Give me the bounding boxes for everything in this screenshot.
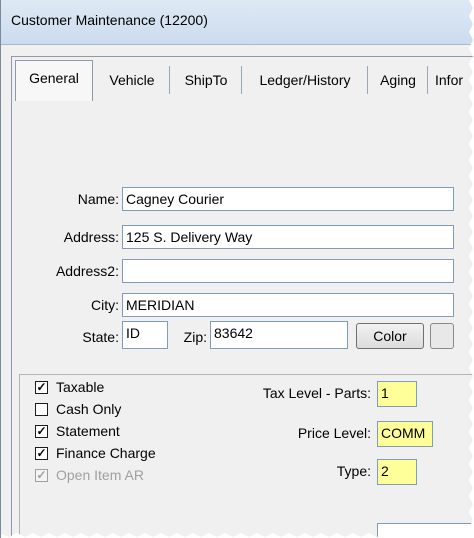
title-bar: Customer Maintenance (12200) bbox=[1, 0, 474, 45]
zip-label: Zip: bbox=[183, 329, 207, 345]
color-button[interactable]: Color bbox=[356, 323, 424, 349]
statement-label: Statement bbox=[56, 423, 120, 439]
customer-maintenance-window: Customer Maintenance (12200) General Veh… bbox=[0, 0, 474, 538]
color-swatch[interactable] bbox=[430, 323, 454, 349]
address-field[interactable]: 125 S. Delivery Way bbox=[122, 225, 454, 249]
state-field[interactable]: ID bbox=[122, 321, 168, 349]
window-title: Customer Maintenance (12200) bbox=[11, 12, 208, 28]
city-label: City: bbox=[91, 297, 119, 313]
tax-level-parts-label: Tax Level - Parts: bbox=[262, 385, 371, 401]
address-label: Address: bbox=[63, 229, 119, 245]
tax-level-parts-field[interactable]: 1 bbox=[377, 381, 417, 407]
taxable-label: Taxable bbox=[56, 379, 105, 395]
address2-field[interactable] bbox=[122, 259, 454, 283]
tab-ledger-history[interactable]: Ledger/History bbox=[243, 66, 368, 94]
price-level-field[interactable]: COMM bbox=[377, 421, 433, 447]
open-item-ar-label: Open Item AR bbox=[56, 467, 144, 483]
tab-vehicle[interactable]: Vehicle bbox=[95, 66, 170, 94]
cash-only-label: Cash Only bbox=[56, 401, 122, 417]
torn-edge-bottom bbox=[1, 533, 474, 538]
name-field[interactable]: Cagney Courier bbox=[122, 187, 454, 211]
taxable-check-icon: ✓ bbox=[35, 380, 48, 394]
cash-only-check-icon bbox=[35, 403, 48, 416]
type-field[interactable]: 2 bbox=[377, 459, 417, 485]
type-label: Type: bbox=[336, 463, 371, 479]
tab-aging[interactable]: Aging bbox=[369, 66, 428, 94]
city-field[interactable]: MERIDIAN bbox=[122, 293, 454, 317]
finance-charge-label: Finance Charge bbox=[56, 445, 156, 461]
finance-charge-check-icon: ✓ bbox=[35, 446, 48, 460]
zip-field[interactable]: 83642 bbox=[210, 321, 348, 349]
address2-label: Address2: bbox=[55, 263, 119, 279]
open-item-ar-check-icon: ✓ bbox=[35, 468, 48, 482]
tab-shipto[interactable]: ShipTo bbox=[171, 66, 242, 94]
name-label: Name: bbox=[77, 191, 119, 207]
price-level-label: Price Level: bbox=[297, 425, 371, 441]
torn-edge-right bbox=[469, 0, 474, 538]
tab-general[interactable]: General bbox=[15, 60, 93, 101]
statement-check-icon: ✓ bbox=[35, 424, 48, 438]
state-label: State: bbox=[82, 329, 119, 345]
